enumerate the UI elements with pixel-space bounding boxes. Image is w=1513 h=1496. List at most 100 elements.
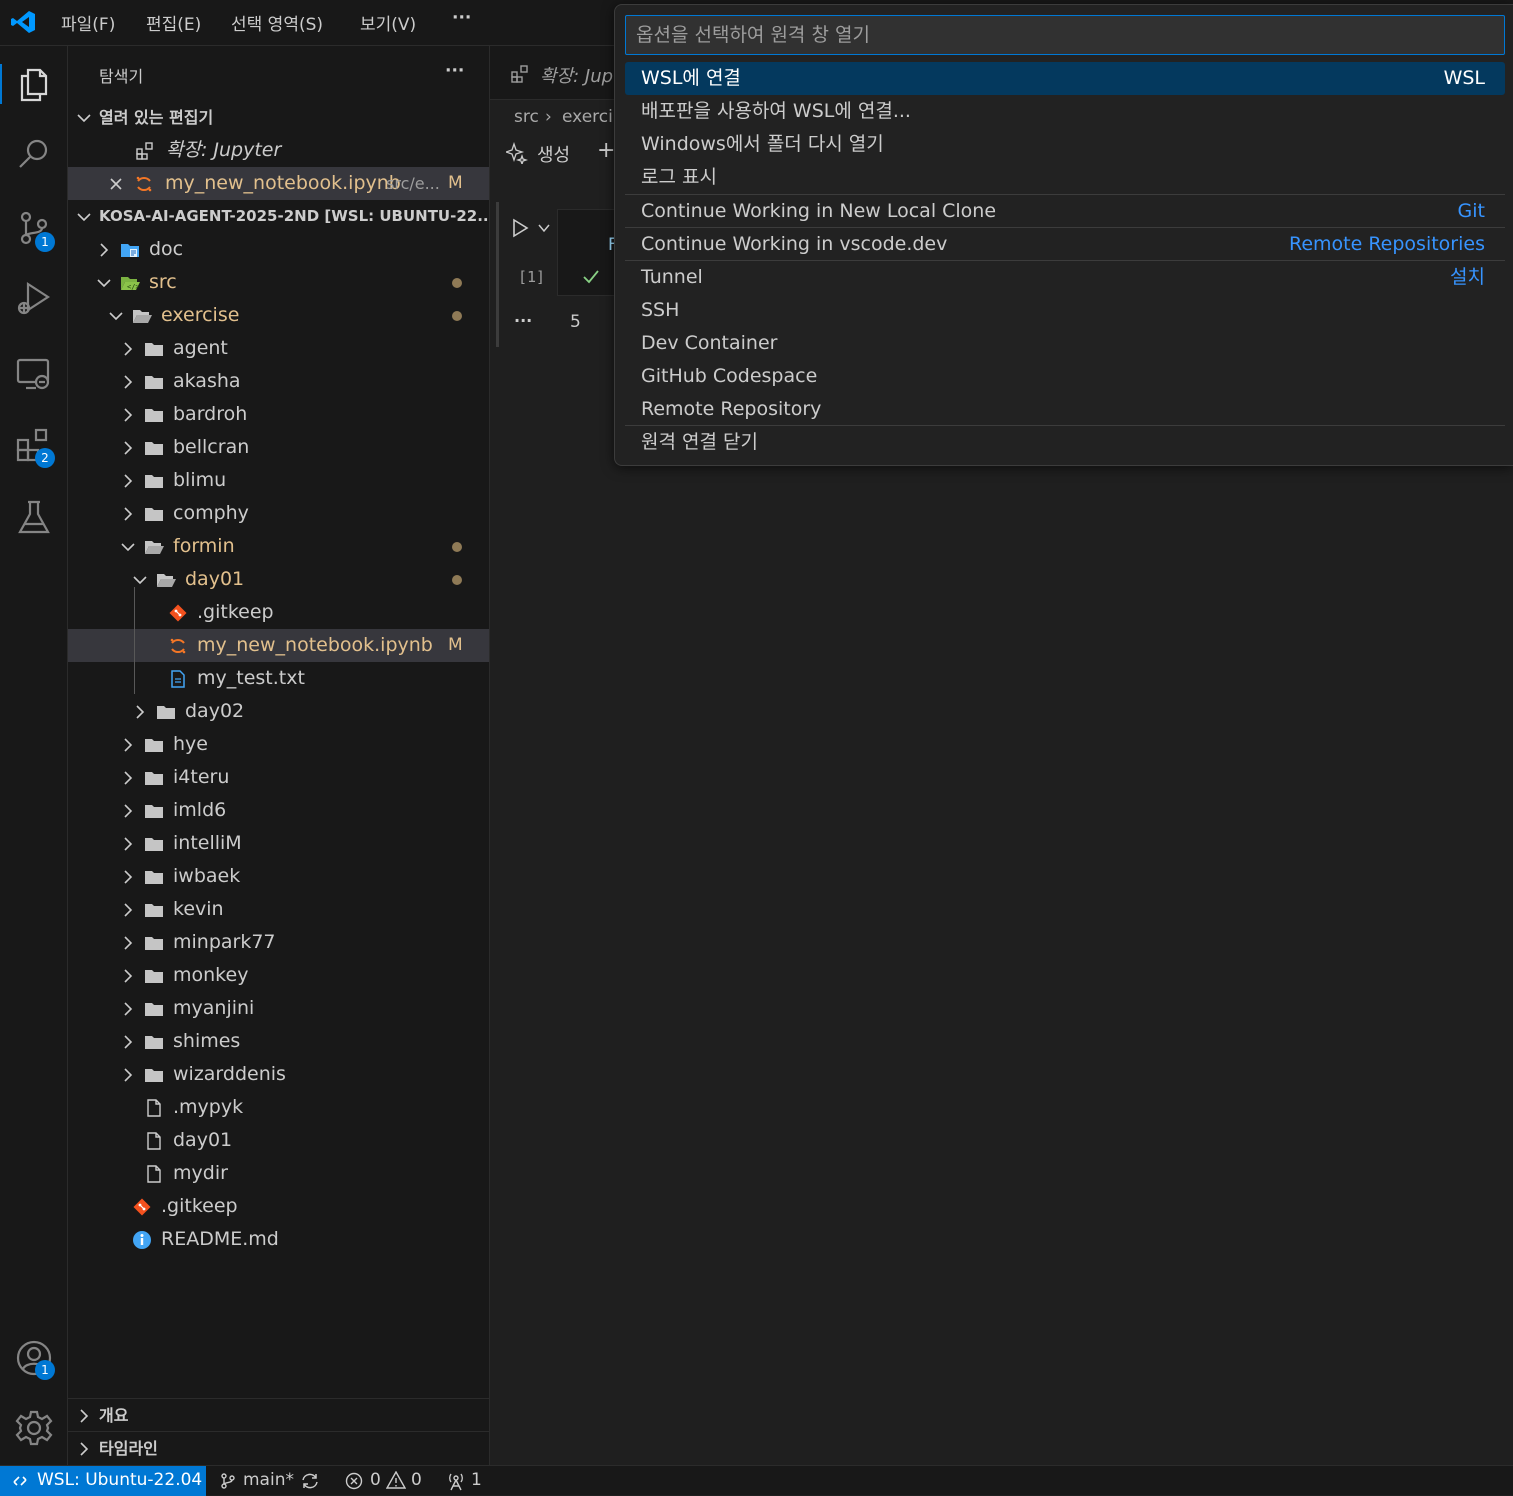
tree-folder[interactable]: monkey xyxy=(68,959,489,992)
open-editor-item[interactable]: my_new_notebook.ipynb src/e... M xyxy=(68,167,489,200)
quick-pick-option[interactable]: SSH xyxy=(625,294,1505,327)
tree-folder[interactable]: exercise xyxy=(68,299,489,332)
tree-item-label: my_test.txt xyxy=(197,667,305,689)
open-editor-item[interactable]: 확장: Jupyter xyxy=(68,134,489,167)
generate-button[interactable]: 생성 xyxy=(537,141,570,167)
source-control-icon[interactable]: 1 xyxy=(14,208,55,252)
sidebar-more-button[interactable]: ··· xyxy=(445,61,464,81)
chevron-right-icon xyxy=(124,507,133,521)
search-icon[interactable] xyxy=(14,134,54,174)
breadcrumb-src[interactable]: src xyxy=(514,107,539,127)
tree-folder[interactable]: iwbaek xyxy=(68,860,489,893)
accounts-icon[interactable]: 1 xyxy=(14,1338,55,1380)
timeline-header[interactable]: 타임라인 xyxy=(68,1431,489,1465)
sync-icon[interactable] xyxy=(300,1472,320,1490)
tree-folder[interactable]: intelliM xyxy=(68,827,489,860)
tree-folder[interactable]: shimes xyxy=(68,1025,489,1058)
tree-file[interactable]: .gitkeep xyxy=(68,596,489,629)
git-branch-button[interactable]: main* xyxy=(243,1470,294,1490)
tree-folder[interactable]: formin xyxy=(68,530,489,563)
tree-folder[interactable]: wizarddenis xyxy=(68,1058,489,1091)
tree-file[interactable]: my_test.txt xyxy=(68,662,489,695)
ports-count[interactable]: 1 xyxy=(471,1470,482,1490)
chevron-right-icon xyxy=(124,903,133,917)
remote-quick-pick: WSL에 연결 WSL 배포판을 사용하여 WSL에 연결... Windows에서 … xyxy=(614,4,1513,466)
cell-focus-bar xyxy=(496,202,499,347)
close-icon[interactable] xyxy=(108,176,124,192)
chevron-down-icon xyxy=(97,279,111,288)
quick-pick-option[interactable]: Dev Container xyxy=(625,327,1505,360)
tree-file[interactable]: my_new_notebook.ipynb M xyxy=(68,629,489,662)
quick-pick-option-detail[interactable]: Remote Repositories xyxy=(1289,228,1485,261)
tree-file[interactable]: day01 xyxy=(68,1124,489,1157)
quick-pick-option-detail[interactable]: 설치 xyxy=(1450,261,1485,294)
tree-folder[interactable]: akasha xyxy=(68,365,489,398)
tree-file[interactable]: .mypyk xyxy=(68,1091,489,1124)
activity-bar: 1 2 1 xyxy=(0,46,68,1465)
tree-folder[interactable]: imld6 xyxy=(68,794,489,827)
quick-pick-option[interactable]: 원격 연결 닫기 xyxy=(625,426,1505,459)
menu-selection[interactable]: 선택 영역(S) xyxy=(231,10,323,35)
quick-pick-option[interactable]: Remote Repository xyxy=(625,393,1505,426)
breadcrumb-exercise[interactable]: exerci xyxy=(562,107,613,127)
editor-tab[interactable]: 확장: Jup xyxy=(490,46,620,100)
sparkle-icon xyxy=(506,142,528,164)
tree-folder[interactable]: doc xyxy=(68,233,489,266)
chevron-down-icon xyxy=(121,543,135,552)
quick-pick-option-label: SSH xyxy=(641,299,680,321)
quick-pick-option[interactable]: Continue Working in vscode.dev Remote Rep… xyxy=(625,228,1505,261)
quick-pick-input[interactable] xyxy=(625,15,1505,55)
quick-pick-option[interactable]: Windows에서 폴더 다시 열기 xyxy=(625,128,1505,161)
quick-pick-option-detail[interactable]: Git xyxy=(1458,195,1485,228)
tree-folder[interactable]: day01 xyxy=(68,563,489,596)
settings-gear-icon[interactable] xyxy=(14,1408,54,1448)
jupyter-notebook-icon xyxy=(136,176,152,192)
extensions-icon[interactable]: 2 xyxy=(14,426,55,468)
tree-folder[interactable]: bardroh xyxy=(68,398,489,431)
tree-folder[interactable]: kevin xyxy=(68,893,489,926)
tree-item-label: minpark77 xyxy=(173,931,276,953)
quick-pick-option[interactable]: Continue Working in New Local Clone Git xyxy=(625,195,1505,228)
tree-folder[interactable]: agent xyxy=(68,332,489,365)
chevron-down-icon[interactable] xyxy=(537,221,551,235)
tree-folder[interactable]: day02 xyxy=(68,695,489,728)
quick-pick-option[interactable]: 로그 표시 xyxy=(625,161,1505,194)
run-debug-icon[interactable] xyxy=(14,278,54,318)
cell-output-text: 5 xyxy=(570,312,581,332)
add-cell-button[interactable]: + xyxy=(597,138,615,163)
remote-indicator-button[interactable]: WSL: Ubuntu-22.04 xyxy=(0,1466,206,1496)
outline-header[interactable]: 개요 xyxy=(68,1398,489,1432)
chevron-down-icon xyxy=(77,114,91,123)
tree-folder[interactable]: myanjini xyxy=(68,992,489,1025)
tree-folder[interactable]: i4teru xyxy=(68,761,489,794)
quick-pick-option[interactable]: WSL에 연결 WSL xyxy=(625,62,1505,95)
testing-flask-icon[interactable] xyxy=(14,498,54,538)
workspace-header[interactable]: KOSA-AI-AGENT-2025-2ND [WSL: UBUNTU-22..… xyxy=(68,200,500,233)
tree-file[interactable]: .gitkeep xyxy=(68,1190,489,1223)
quick-pick-option[interactable]: Tunnel 설치 xyxy=(625,261,1505,294)
tree-folder[interactable]: hye xyxy=(68,728,489,761)
extensions-preview-icon xyxy=(511,65,528,83)
breadcrumb-separator-icon: › xyxy=(545,107,552,127)
tree-folder[interactable]: minpark77 xyxy=(68,926,489,959)
tree-folder[interactable]: comphy xyxy=(68,497,489,530)
tree-file[interactable]: README.md xyxy=(68,1223,489,1256)
tree-folder[interactable]: blimu xyxy=(68,464,489,497)
menu-file[interactable]: 파일(F) xyxy=(61,10,115,35)
error-count[interactable]: 0 xyxy=(370,1470,381,1490)
menu-view[interactable]: 보기(V) xyxy=(360,10,416,35)
remote-explorer-icon[interactable] xyxy=(14,354,54,394)
warning-count[interactable]: 0 xyxy=(411,1470,422,1490)
menu-edit[interactable]: 편집(E) xyxy=(146,10,201,35)
cell-more-button[interactable]: ··· xyxy=(514,311,532,330)
tree-folder[interactable]: bellcran xyxy=(68,431,489,464)
tree-file[interactable]: mydir xyxy=(68,1157,489,1190)
tree-folder[interactable]: </> src xyxy=(68,266,489,299)
run-cell-icon[interactable] xyxy=(510,218,530,238)
open-editors-header[interactable]: 열려 있는 편집기 xyxy=(68,101,489,134)
menu-more-button[interactable]: ··· xyxy=(452,8,471,28)
explorer-files-icon[interactable] xyxy=(14,64,54,104)
quick-pick-option[interactable]: GitHub Codespace xyxy=(625,360,1505,393)
quick-pick-option[interactable]: 배포판을 사용하여 WSL에 연결... xyxy=(625,95,1505,128)
tree-item-label: doc xyxy=(149,238,184,260)
